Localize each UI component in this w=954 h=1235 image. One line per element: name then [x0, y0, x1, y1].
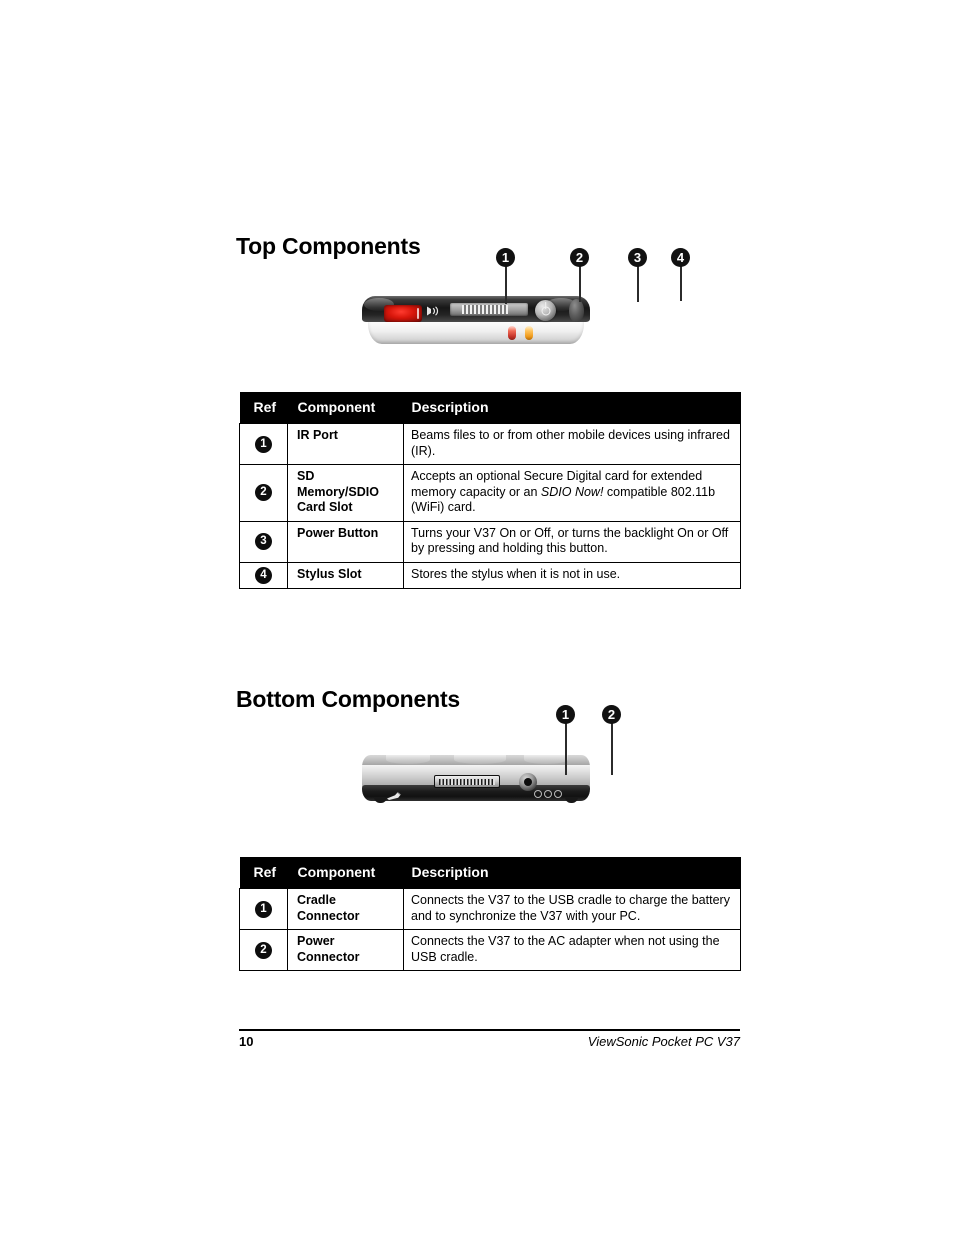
row-component-cell: IR Port	[287, 423, 404, 465]
callout-badge-bottom-1: 1	[556, 705, 575, 724]
table-body-bottom: 1 Cradle Connector Connects the V37 to t…	[239, 888, 741, 971]
ref-badge-1: 1	[255, 900, 272, 918]
table-row: 4 Stylus Slot Stores the stylus when it …	[239, 561, 741, 589]
power-connector-icon	[519, 773, 537, 791]
callout-badge-bottom-2: 2	[602, 705, 621, 724]
table-row: 2 SD Memory/SDIO Card Slot Accepts an op…	[239, 464, 741, 522]
row-ref-cell: 4	[239, 561, 288, 589]
device-contour-bump-left	[386, 755, 430, 764]
device-illustration-top-edge	[362, 296, 590, 346]
column-header-ref: Ref	[239, 392, 288, 424]
row-description-cell: Stores the stylus when it is not in use.	[403, 561, 741, 589]
table-body-top: 1 IR Port Beams files to or from other m…	[239, 423, 741, 589]
column-header-ref: Ref	[239, 857, 288, 889]
base-dot-3	[554, 790, 562, 798]
table-header-top: Ref Component Description	[239, 392, 741, 424]
table-row: 2 Power Connector Connects the V37 to th…	[239, 929, 741, 971]
stylus-slot-icon	[569, 299, 584, 322]
row-description-cell: Accepts an optional Secure Digital card …	[403, 464, 741, 522]
callout-leader-top-1	[505, 266, 507, 304]
table-row: 1 Cradle Connector Connects the V37 to t…	[239, 888, 741, 930]
callout-leader-bottom-1	[565, 723, 567, 775]
row-description-cell: Connects the V37 to the AC adapter when …	[403, 929, 741, 971]
ref-badge-4: 4	[255, 566, 272, 584]
callout-badge-top-3: 3	[628, 248, 647, 267]
row-component-cell: SD Memory/SDIO Card Slot	[287, 464, 404, 522]
device-contour-bump-center	[454, 755, 506, 764]
row-description-cell: Beams files to or from other mobile devi…	[403, 423, 741, 465]
reset-stylus-icon	[386, 788, 404, 800]
callout-leader-top-2	[579, 266, 581, 302]
base-dot-1	[534, 790, 542, 798]
power-symbol-stem	[544, 302, 547, 309]
ref-badge-3: 3	[255, 533, 272, 550]
cradle-connector-pins	[439, 779, 495, 785]
table-header-row: Ref Component Description	[239, 857, 741, 889]
ir-port-window-icon	[384, 305, 422, 322]
column-header-component: Component	[287, 857, 404, 889]
row-ref-cell: 3	[239, 520, 288, 563]
row-ref-cell: 1	[239, 888, 288, 930]
led-indicator-amber	[525, 326, 533, 340]
power-connector-hole	[524, 778, 532, 786]
description-text-italic: SDIO Now!	[540, 484, 604, 499]
row-ref-cell: 1	[239, 423, 288, 465]
callout-badge-top-4: 4	[671, 248, 690, 267]
sd-slot-contacts	[462, 305, 508, 314]
cradle-connector-icon	[434, 775, 500, 788]
device-foot-right	[565, 797, 578, 803]
row-component-cell: Power Button	[287, 520, 404, 563]
callout-leader-bottom-2	[611, 723, 613, 775]
infrared-beam-icon	[425, 304, 439, 316]
row-description-cell: Turns your V37 On or Off, or turns the b…	[403, 520, 741, 563]
table-header-bottom: Ref Component Description	[239, 857, 741, 889]
callout-leader-top-4	[680, 266, 682, 301]
callout-badge-top-1: 1	[496, 248, 515, 267]
components-table-bottom: Ref Component Description 1 Cradle Conne…	[239, 857, 741, 971]
device-contour-bump-right	[524, 755, 568, 764]
table-row: 3 Power Button Turns your V37 On or Off,…	[239, 520, 741, 563]
row-ref-cell: 2	[239, 464, 288, 522]
components-table-top: Ref Component Description 1 IR Port Beam…	[239, 392, 741, 589]
base-port-dots-icon	[534, 790, 562, 798]
row-ref-cell: 2	[239, 929, 288, 971]
row-component-cell: Cradle Connector	[287, 888, 404, 930]
device-illustration-bottom-edge	[362, 755, 590, 803]
ref-badge-2: 2	[255, 941, 272, 959]
footer-page-number: 10	[239, 1034, 254, 1049]
row-component-cell: Power Connector	[287, 929, 404, 971]
power-button-icon	[535, 300, 556, 321]
column-header-description: Description	[403, 857, 741, 889]
ref-badge-1: 1	[255, 435, 272, 453]
sd-card-slot-icon	[450, 303, 528, 316]
led-indicator-red	[508, 326, 516, 340]
table-header-row: Ref Component Description	[239, 392, 741, 424]
footer-divider	[239, 1029, 740, 1031]
ir-port-glint	[417, 308, 419, 319]
figure-top-components: 1 2 3 4	[0, 248, 954, 358]
callout-leader-top-3	[637, 266, 639, 302]
ref-badge-2: 2	[255, 484, 272, 502]
table-row: 1 IR Port Beams files to or from other m…	[239, 423, 741, 465]
footer-product-name: ViewSonic Pocket PC V37	[587, 1034, 740, 1049]
row-component-cell: Stylus Slot	[287, 561, 404, 589]
figure-bottom-components: 1 2	[0, 705, 954, 810]
callout-badge-top-2: 2	[570, 248, 589, 267]
row-description-cell: Connects the V37 to the USB cradle to ch…	[403, 888, 741, 930]
base-dot-2	[544, 790, 552, 798]
column-header-component: Component	[287, 392, 404, 424]
document-page: Top Components 1 2 3 4 Ref Component Des…	[0, 0, 954, 1235]
column-header-description: Description	[403, 392, 741, 424]
